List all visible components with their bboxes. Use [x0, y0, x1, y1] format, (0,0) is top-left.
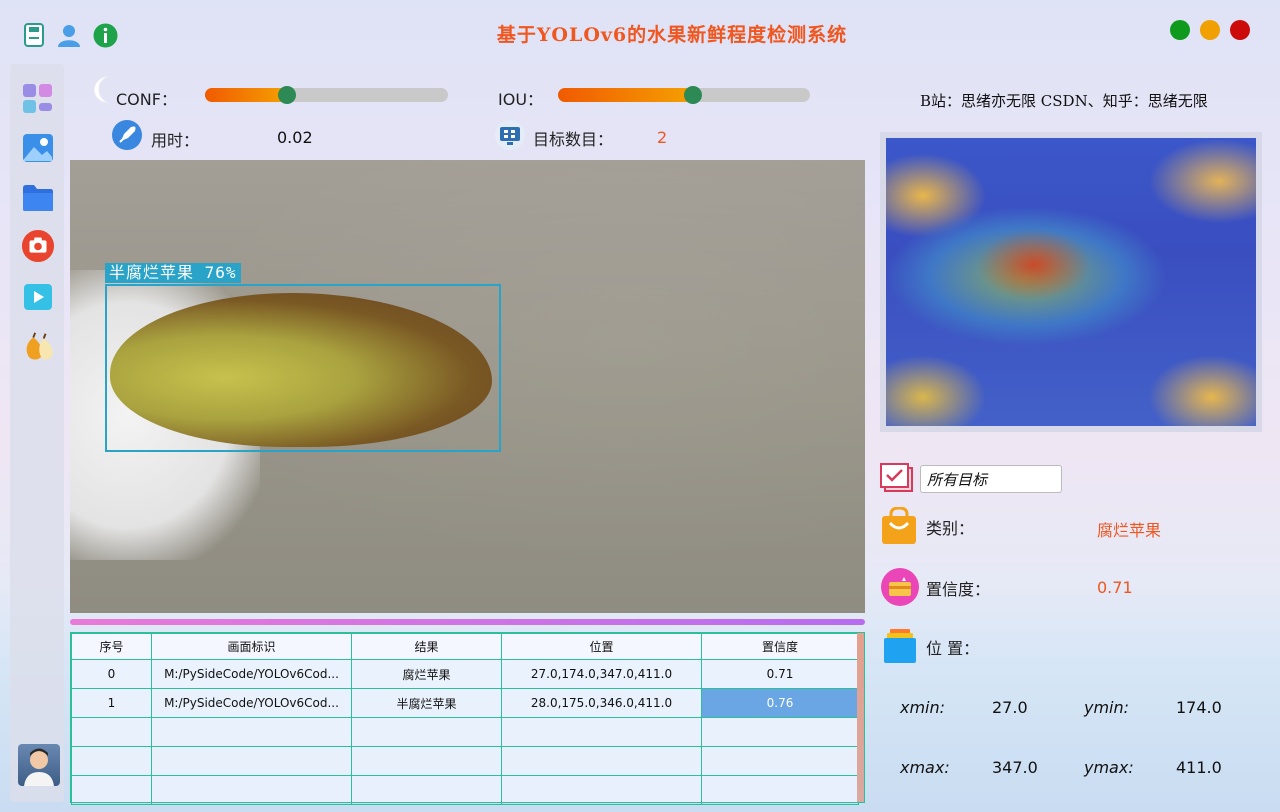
table-header: 序号 画面标识 结果 位置 置信度	[71, 633, 859, 660]
table-cell[interactable]	[701, 775, 859, 805]
table-cell[interactable]	[71, 775, 152, 805]
monitor-icon	[494, 119, 526, 155]
ymin-label: ymin:	[1084, 698, 1130, 717]
table-cell[interactable]	[501, 746, 702, 776]
maximize-button[interactable]	[1170, 20, 1190, 40]
table-cell[interactable]: 0.76	[701, 688, 859, 718]
table-cell[interactable]: 27.0,174.0,347.0,411.0	[501, 659, 702, 689]
credit-text: B站：思绪亦无限 CSDN、知乎：思绪无限	[920, 92, 1208, 110]
confidence-icon	[880, 567, 920, 607]
app-title: 基于YOLOv6的水果新鲜程度检测系统	[496, 24, 848, 46]
table-header-cell[interactable]: 结果	[351, 633, 502, 660]
table-cell[interactable]: M:/PySideCode/YOLOv6Cod...	[151, 688, 352, 718]
conf-slider-fill	[205, 88, 287, 102]
table-row[interactable]	[71, 775, 859, 805]
table-cell[interactable]	[701, 717, 859, 747]
count-value: 2	[657, 128, 668, 147]
class-label: 类别：	[926, 519, 975, 538]
xmax-label: xmax:	[900, 758, 950, 777]
xmax-value: 347.0	[992, 758, 1038, 777]
table-cell[interactable]	[71, 717, 152, 747]
position-label: 位 置：	[926, 639, 980, 658]
close-button[interactable]	[1230, 20, 1250, 40]
iou-label: IOU：	[498, 90, 544, 109]
table-header-cell[interactable]: 序号	[71, 633, 152, 660]
avatar[interactable]	[18, 744, 60, 786]
detection-label: 半腐烂苹果 76%	[105, 263, 241, 283]
table-cell[interactable]	[351, 717, 502, 747]
confidence-value: 0.71	[1097, 578, 1133, 597]
time-label: 用时：	[151, 131, 200, 150]
table-scrollbar[interactable]	[857, 633, 864, 802]
ymax-value: 411.0	[1176, 758, 1222, 777]
ymax-label: ymax:	[1084, 758, 1134, 777]
conf-label: CONF：	[116, 90, 177, 109]
target-select[interactable]: 所有目标	[920, 465, 1062, 493]
table-cell[interactable]	[501, 717, 702, 747]
video-icon[interactable]	[21, 280, 55, 314]
table-cell[interactable]	[701, 746, 859, 776]
sidebar	[10, 64, 64, 802]
xmin-label: xmin:	[900, 698, 946, 717]
minimize-button[interactable]	[1200, 20, 1220, 40]
class-value: 腐烂苹果	[1097, 521, 1162, 540]
video-progress-bar[interactable]	[70, 619, 865, 625]
table-cell[interactable]: 半腐烂苹果	[351, 688, 502, 718]
fruit-icon[interactable]	[21, 330, 55, 364]
heatmap-display	[880, 132, 1262, 432]
table-cell[interactable]: 0.71	[701, 659, 859, 689]
xmin-value: 27.0	[992, 698, 1028, 717]
position-icon	[883, 628, 917, 664]
table-cell[interactable]: 28.0,175.0,346.0,411.0	[501, 688, 702, 718]
iou-slider-handle[interactable]	[684, 86, 702, 104]
dashboard-icon[interactable]	[21, 82, 55, 116]
table-row[interactable]: 1 M:/PySideCode/YOLOv6Cod... 半腐烂苹果 28.0,175…	[71, 688, 859, 718]
table-row[interactable]	[71, 746, 859, 776]
heatmap-image	[886, 138, 1256, 426]
table-cell[interactable]	[351, 746, 502, 776]
table-cell[interactable]: 腐烂苹果	[351, 659, 502, 689]
table-cell[interactable]	[501, 775, 702, 805]
image-icon[interactable]	[21, 131, 55, 165]
iou-slider-fill	[558, 88, 693, 102]
conf-slider-handle[interactable]	[278, 86, 296, 104]
table-cell[interactable]	[151, 746, 352, 776]
detection-box[interactable]	[105, 284, 501, 452]
table-cell[interactable]	[151, 717, 352, 747]
moon-icon	[92, 74, 118, 108]
camera-icon[interactable]	[21, 229, 55, 263]
table-header-cell[interactable]: 置信度	[701, 633, 859, 660]
rocket-icon	[111, 119, 143, 155]
table-cell[interactable]: 1	[71, 688, 152, 718]
iou-slider[interactable]	[558, 86, 810, 104]
video-display[interactable]: 半腐烂苹果 76%	[70, 160, 865, 613]
table-cell[interactable]	[151, 775, 352, 805]
conf-slider[interactable]	[205, 86, 448, 104]
ymin-value: 174.0	[1176, 698, 1222, 717]
checklist-icon	[880, 462, 914, 494]
confidence-label: 置信度：	[926, 580, 991, 599]
table-cell[interactable]	[351, 775, 502, 805]
table-cell[interactable]: M:/PySideCode/YOLOv6Cod...	[151, 659, 352, 689]
folder-icon[interactable]	[21, 181, 55, 215]
table-row[interactable]: 0 M:/PySideCode/YOLOv6Cod... 腐烂苹果 27.0,174.…	[71, 659, 859, 689]
time-value: 0.02	[277, 128, 313, 147]
table-header-cell[interactable]: 位置	[501, 633, 702, 660]
bag-icon	[881, 507, 917, 545]
results-table: 序号 画面标识 结果 位置 置信度 0 M:/PySideCode/YOLOv6Cod..…	[70, 632, 865, 805]
count-label: 目标数目：	[533, 130, 614, 149]
table-cell[interactable]	[71, 746, 152, 776]
table-row[interactable]	[71, 717, 859, 747]
table-header-cell[interactable]: 画面标识	[151, 633, 352, 660]
table-cell[interactable]: 0	[71, 659, 152, 689]
